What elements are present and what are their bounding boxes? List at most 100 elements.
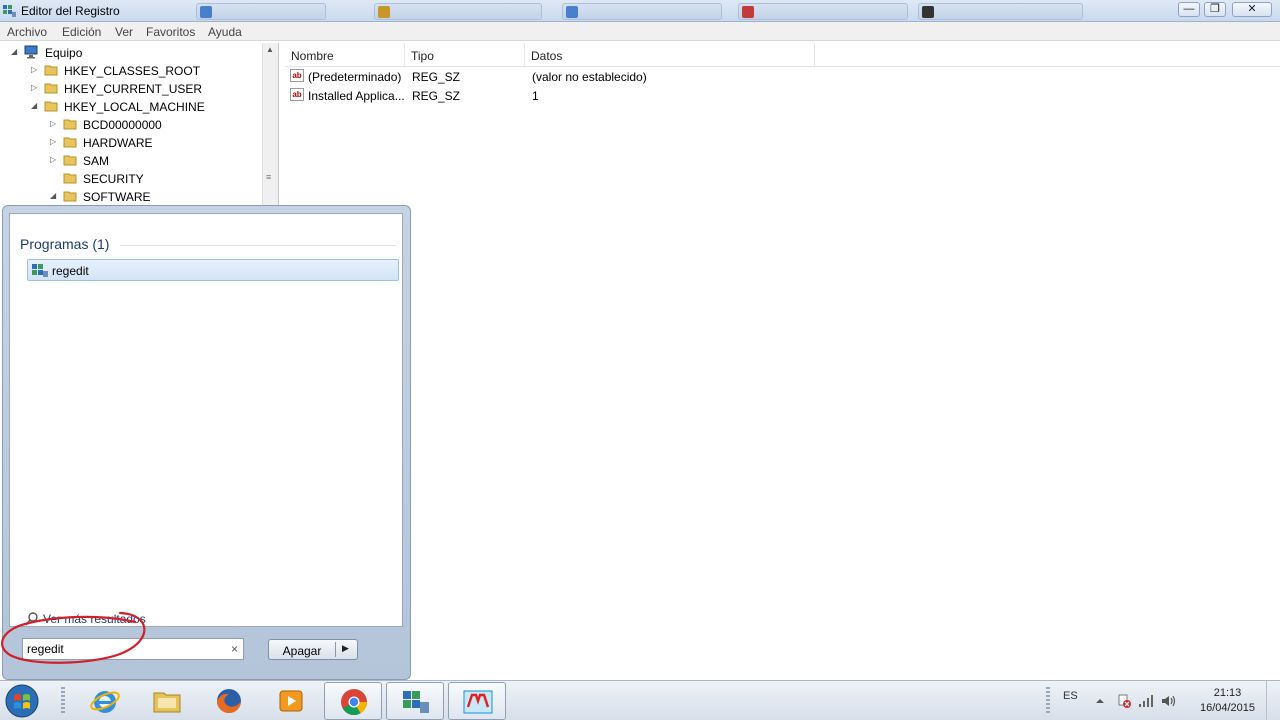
- tree-node-hkey-local-machine[interactable]: ◢ HKEY_LOCAL_MACHINE: [0, 98, 260, 116]
- tree-node-bcd[interactable]: ▷ BCD00000000: [0, 116, 260, 134]
- tree-label: Equipo: [45, 46, 83, 60]
- programs-section-title: Programas (1): [20, 236, 110, 252]
- search-input[interactable]: [27, 641, 217, 657]
- tree-label: SOFTWARE: [83, 190, 151, 204]
- clear-search-icon[interactable]: ×: [231, 642, 238, 656]
- tree-label: SAM: [83, 154, 110, 168]
- column-header-tipo[interactable]: Tipo: [405, 43, 525, 67]
- network-signal-icon[interactable]: [1138, 693, 1154, 709]
- background-tab[interactable]: [196, 3, 326, 20]
- taskbar-3dm[interactable]: [448, 682, 506, 720]
- list-item[interactable]: ab (Predeterminado) REG_SZ (valor no est…: [285, 68, 885, 87]
- tree-node-equipo[interactable]: ◢ Equipo: [0, 44, 260, 62]
- menu-archivo[interactable]: Archivo: [7, 25, 47, 39]
- shutdown-button[interactable]: Apagar ▶: [268, 639, 358, 660]
- background-tab[interactable]: [562, 3, 722, 20]
- start-search-box[interactable]: ×: [22, 638, 244, 660]
- menu-edicion[interactable]: Edición: [62, 25, 101, 39]
- folder-icon: [63, 119, 77, 130]
- scroll-up-icon[interactable]: ▲: [266, 45, 274, 54]
- collapsed-arrow-icon[interactable]: ▷: [50, 119, 58, 129]
- background-tab[interactable]: [374, 3, 542, 20]
- 3dm-app-icon: [463, 690, 493, 714]
- minimize-button[interactable]: —: [1178, 2, 1200, 17]
- tree-node-hardware[interactable]: ▷ HARDWARE: [0, 134, 260, 152]
- expanded-arrow-icon[interactable]: ◢: [31, 101, 39, 111]
- tab-icon: [378, 6, 390, 18]
- folder-icon: [153, 692, 181, 713]
- string-value-icon: ab: [290, 88, 304, 101]
- background-tab[interactable]: [738, 3, 908, 20]
- tray-grip[interactable]: [1046, 687, 1050, 715]
- tree-scrollbar[interactable]: ▲ ≡: [262, 43, 278, 208]
- collapsed-arrow-icon[interactable]: ▷: [50, 155, 58, 165]
- computer-icon: [24, 45, 38, 59]
- search-results-panel: Programas (1) regedit Ver más resultados: [9, 213, 403, 627]
- scroll-grip-icon[interactable]: ≡: [266, 173, 275, 182]
- tree-label: HARDWARE: [83, 136, 153, 150]
- taskbar-grip[interactable]: [61, 687, 65, 715]
- shutdown-separator: [335, 642, 336, 657]
- windows-start-orb-icon[interactable]: [4, 683, 40, 719]
- search-icon: [25, 612, 38, 626]
- expanded-arrow-icon[interactable]: ◢: [11, 47, 19, 57]
- tab-icon: [566, 6, 578, 18]
- column-headers: Nombre Tipo Datos: [285, 43, 1280, 67]
- tree-node-software[interactable]: ◢ SOFTWARE: [0, 188, 260, 206]
- value-name: (Predeterminado): [308, 70, 402, 84]
- background-tab[interactable]: [918, 3, 1083, 20]
- taskbar-regedit[interactable]: [386, 682, 444, 720]
- collapsed-arrow-icon[interactable]: ▷: [50, 137, 58, 147]
- tab-icon: [922, 6, 934, 18]
- tab-icon: [200, 6, 212, 18]
- values-list[interactable]: Nombre Tipo Datos ab (Predeterminado) RE…: [285, 43, 1280, 683]
- show-hidden-icons-icon[interactable]: [1092, 693, 1108, 709]
- taskbar-chrome[interactable]: [324, 682, 382, 720]
- taskbar-firefox[interactable]: [200, 682, 258, 720]
- internet-explorer-icon: [90, 691, 120, 713]
- folder-icon: [44, 65, 58, 76]
- regedit-icon: [403, 691, 429, 713]
- value-type: REG_SZ: [412, 70, 461, 84]
- more-results-label: Ver más resultados: [43, 612, 146, 626]
- expanded-arrow-icon[interactable]: ◢: [50, 191, 58, 201]
- regedit-icon: [32, 264, 48, 277]
- tree-label: BCD00000000: [83, 118, 162, 132]
- list-item[interactable]: ab Installed Applica... REG_SZ 1: [285, 87, 885, 106]
- search-result-label: regedit: [52, 264, 89, 278]
- shutdown-options-arrow-icon[interactable]: ▶: [342, 643, 349, 654]
- folder-open-icon: [63, 191, 77, 202]
- taskbar-file-explorer[interactable]: [138, 682, 196, 720]
- restore-button[interactable]: ❐: [1204, 2, 1226, 17]
- firefox-icon: [217, 689, 241, 713]
- folder-open-icon: [44, 101, 58, 112]
- column-header-datos[interactable]: Datos: [525, 43, 815, 67]
- taskbar-media-player[interactable]: [262, 682, 320, 720]
- menu-ver[interactable]: Ver: [115, 25, 133, 39]
- taskbar: ES 21:13 16/04/2015: [0, 680, 1280, 720]
- tree-node-hkey-classes-root[interactable]: ▷ HKEY_CLASSES_ROOT: [0, 62, 260, 80]
- language-indicator[interactable]: ES: [1063, 690, 1078, 702]
- column-header-nombre[interactable]: Nombre: [285, 43, 405, 67]
- value-type: REG_SZ: [412, 89, 461, 103]
- taskbar-internet-explorer[interactable]: [76, 682, 134, 720]
- collapsed-arrow-icon[interactable]: ▷: [31, 83, 39, 93]
- clock[interactable]: 21:13 16/04/2015: [1195, 686, 1260, 716]
- folder-icon: [63, 137, 77, 148]
- shutdown-label: Apagar: [282, 644, 322, 658]
- search-result-regedit[interactable]: regedit: [27, 259, 399, 281]
- tree-node-security[interactable]: SECURITY: [0, 170, 260, 188]
- menu-favoritos[interactable]: Favoritos: [146, 25, 195, 39]
- tree-node-sam[interactable]: ▷ SAM: [0, 152, 260, 170]
- close-button[interactable]: ✕: [1232, 2, 1272, 17]
- tree-node-hkey-current-user[interactable]: ▷ HKEY_CURRENT_USER: [0, 80, 260, 98]
- volume-icon[interactable]: [1160, 693, 1176, 709]
- action-center-warning-icon[interactable]: [1116, 693, 1132, 709]
- section-divider: [120, 245, 396, 246]
- show-desktop-button[interactable]: [1266, 681, 1280, 720]
- title-bar: Editor del Registro — ❐ ✕: [0, 0, 1280, 22]
- menu-ayuda[interactable]: Ayuda: [208, 25, 242, 39]
- collapsed-arrow-icon[interactable]: ▷: [31, 65, 39, 75]
- chrome-icon: [341, 689, 368, 716]
- start-menu: Programas (1) regedit Ver más resultados…: [2, 205, 411, 680]
